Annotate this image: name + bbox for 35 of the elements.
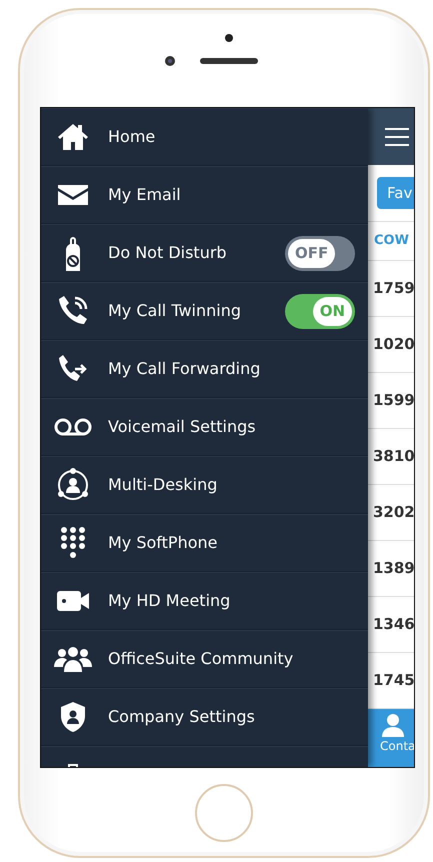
menu-item-label[interactable]: Multi-Desking: [108, 473, 355, 497]
menu-item-label[interactable]: Home: [108, 125, 355, 149]
shield-user-icon: [59, 701, 87, 733]
column-heading: COW: [374, 232, 409, 250]
menu-item-label[interactable]: Voicemail Settings: [108, 415, 355, 439]
table-cell: 1599: [373, 390, 414, 409]
menu-item-label[interactable]: My SoftPhone: [108, 531, 355, 555]
home-icon: [57, 122, 89, 152]
menu-item-label[interactable]: Company Settings: [108, 705, 355, 729]
menu-item-label[interactable]: OfficeSuite Community: [108, 647, 355, 671]
speaker-slot: [200, 58, 258, 64]
people-icon: [54, 646, 92, 672]
menu-icon[interactable]: [385, 128, 409, 146]
camera-dot: [224, 33, 234, 43]
table-cell: 3202: [373, 502, 414, 521]
table-cell: 1020: [373, 334, 414, 353]
menu-item-label[interactable]: Do Not Disturb: [108, 241, 285, 265]
table-cell: 1346: [373, 614, 414, 633]
envelope-icon: [57, 184, 89, 206]
video-camera-icon: [56, 590, 90, 612]
dialpad-icon: [60, 526, 86, 560]
menu-item-label[interactable]: My Email: [108, 183, 355, 207]
toggle-switch[interactable]: OFF: [285, 236, 355, 270]
table-cell: 1759: [373, 278, 414, 297]
multi-user-icon: [55, 467, 91, 503]
menu-item-label[interactable]: My HD Meeting: [108, 589, 355, 613]
front-camera: [164, 55, 176, 67]
table-cell: 3810: [373, 446, 414, 465]
door-hanger-icon: [63, 234, 83, 272]
table-cell: 1745: [373, 670, 414, 689]
person-icon: [382, 712, 404, 737]
table-cell: 1389: [373, 558, 414, 577]
menu-item-label[interactable]: My Call Forwarding: [108, 357, 355, 381]
menu-item-label[interactable]: My Call Twinning: [108, 299, 285, 323]
voicemail-icon: [54, 418, 92, 436]
